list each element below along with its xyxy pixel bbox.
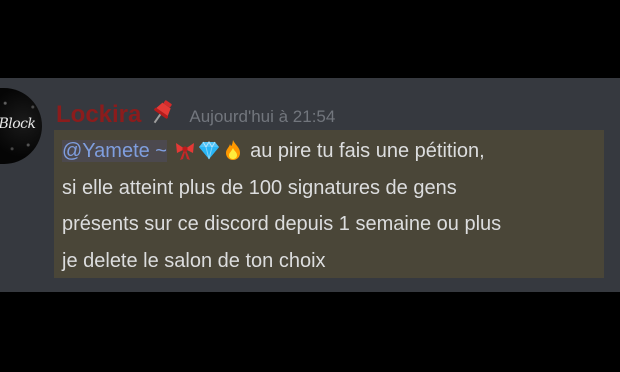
message-line-3: présents sur ce discord depuis 1 semaine… [62, 213, 502, 235]
avatar-text: Block [0, 116, 36, 132]
user-mention[interactable]: @Yamete ~ [62, 140, 167, 162]
message-line-2: si elle atteint plus de 100 signatures d… [62, 176, 457, 199]
fire-icon [222, 137, 244, 160]
message-content: @Yamete ~ au pire tu fais une pétition, … [62, 133, 602, 279]
ribbon-icon [174, 137, 196, 160]
message-header: Lockira Aujourd'hui à 21:54 [56, 92, 336, 129]
message-timestamp: Aujourd'hui à 21:54 [189, 107, 336, 126]
message-text-line-1: au pire tu fais une pétition, [244, 140, 485, 162]
avatar[interactable]: Block [0, 88, 42, 164]
message-line-1: @Yamete ~ au pire tu fais une pétition, [62, 133, 602, 170]
message-line-4: je delete le salon de ton choix [62, 249, 326, 272]
username[interactable]: Lockira [56, 101, 141, 129]
gem-icon [198, 137, 220, 160]
screenshot-frame: Block Lockira Aujourd'hui à 21:54 @Yamet… [0, 0, 620, 372]
pushpin-icon [147, 97, 177, 127]
